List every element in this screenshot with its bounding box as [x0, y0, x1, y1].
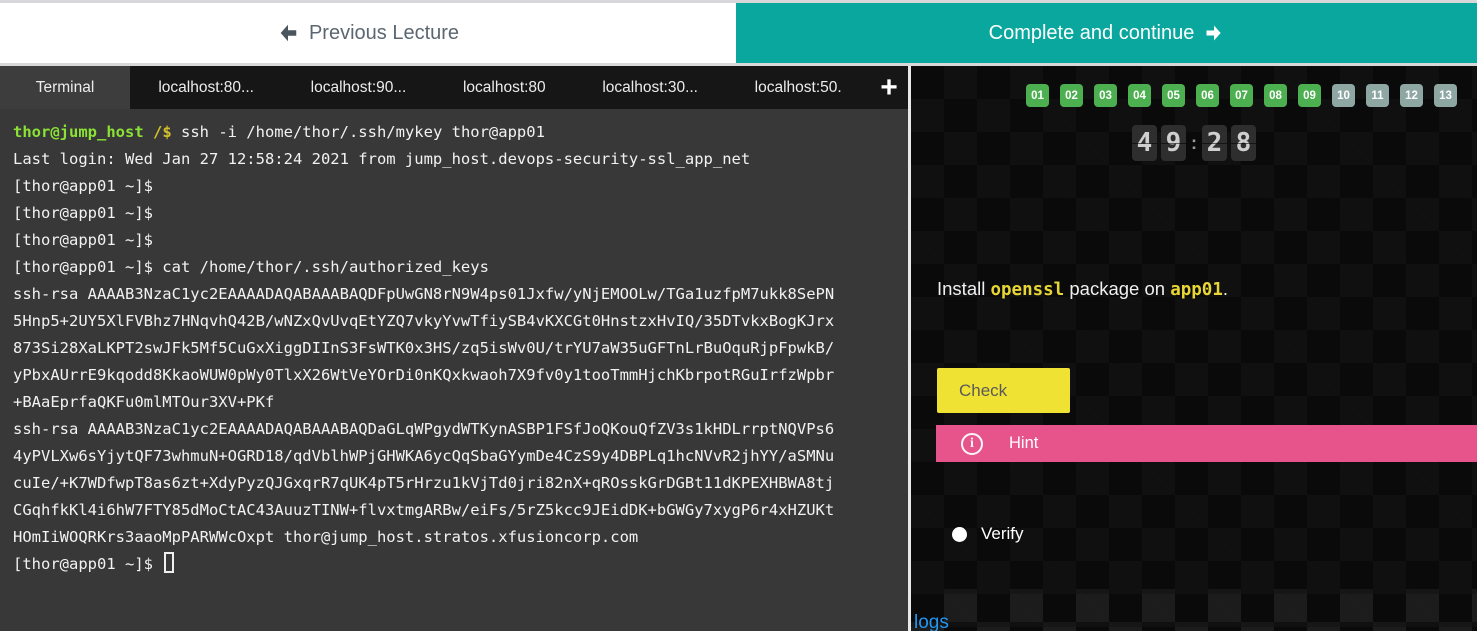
- terminal-line: Last login: Wed Jan 27 12:58:24 2021 fro…: [13, 150, 751, 168]
- terminal-line: CGqhfkKl4i6hW7FTY85dMoCtAC43AuuzTINW+flv…: [13, 501, 835, 519]
- terminal-line: thor@jump_host /$ ssh -i /home/thor/.ssh…: [13, 123, 545, 141]
- timer-digit: 9: [1161, 125, 1186, 161]
- step-badge-12[interactable]: 12: [1400, 84, 1423, 107]
- verify-label: Verify: [981, 524, 1024, 543]
- terminal-line: ssh-rsa AAAAB3NzaC1yc2EAAAADAQABAAABAQDa…: [13, 420, 835, 438]
- terminal-line: yPbxAUrrE9kqodd8KkaoWUW0pWy0TlxX26WtVeYO…: [13, 366, 835, 384]
- complete-and-continue-button[interactable]: Complete and continue: [736, 3, 1477, 63]
- terminal-line: HOmIiWOQRKrs3aaoMpPARWWcOxpt thor@jump_h…: [13, 528, 639, 546]
- complete-and-continue-label: Complete and continue: [988, 21, 1195, 44]
- terminal-line: cuIe/+K7WDfwpT8as6zt+XdyPyzQJGxqrR7qUK4p…: [13, 474, 835, 492]
- tab-localhost-80[interactable]: localhost:80: [435, 66, 574, 109]
- step-badge-03[interactable]: 03: [1094, 84, 1117, 107]
- timer-digit: 4: [1132, 125, 1157, 161]
- timer-digit: 8: [1231, 125, 1256, 161]
- tab-localhost-30-[interactable]: localhost:30...: [574, 66, 726, 109]
- countdown-timer: 4 9 : 2 8: [911, 125, 1477, 161]
- terminal-line: [thor@app01 ~]$: [13, 177, 153, 195]
- terminal-line: [thor@app01 ~]$ cat /home/thor/.ssh/auth…: [13, 258, 489, 276]
- lab-environment: Previous Lecture Complete and continue T…: [0, 0, 1477, 631]
- top-navigation-bar: Previous Lecture Complete and continue: [0, 0, 1477, 66]
- timer-digit: 2: [1202, 125, 1227, 161]
- task-code-package: openssl: [990, 280, 1065, 300]
- task-text: .: [1222, 278, 1229, 299]
- step-badge-04[interactable]: 04: [1128, 84, 1151, 107]
- step-badge-07[interactable]: 07: [1230, 84, 1253, 107]
- terminal-line: ssh-rsa AAAAB3NzaC1yc2EAAAADAQABAAABAQDF…: [13, 285, 835, 303]
- add-tab-button[interactable]: +: [870, 66, 908, 109]
- timer-separator: :: [1191, 132, 1197, 153]
- step-badge-08[interactable]: 08: [1264, 84, 1287, 107]
- previous-lecture-label: Previous Lecture: [308, 21, 460, 44]
- terminal-line: [thor@app01 ~]$: [13, 231, 153, 249]
- step-badge-06[interactable]: 06: [1196, 84, 1219, 107]
- mosaic-pattern: [911, 589, 1477, 631]
- terminal-cursor: [164, 552, 175, 573]
- task-description: Install openssl package on app01.: [937, 278, 1228, 300]
- terminal-line: 5Hnp5+2UY5XlFVBhz7HNqvhQ42B/wNZxQvUvqEtY…: [13, 312, 835, 330]
- step-badge-01[interactable]: 01: [1026, 84, 1049, 107]
- step-badge-05[interactable]: 05: [1162, 84, 1185, 107]
- step-badge-09[interactable]: 09: [1298, 84, 1321, 107]
- terminal-column: Terminal localhost:80... localhost:90... lo…: [0, 66, 908, 631]
- hint-label: Hint: [1009, 434, 1039, 452]
- terminal-line: [thor@app01 ~]$: [13, 551, 895, 578]
- terminal-line: [thor@app01 ~]$: [13, 204, 153, 222]
- task-text: package on: [1064, 278, 1171, 299]
- terminal-tab-bar: Terminal localhost:80... localhost:90... lo…: [0, 66, 908, 109]
- tab-localhost-80-[interactable]: localhost:80...: [130, 66, 282, 109]
- step-badge-02[interactable]: 02: [1060, 84, 1083, 107]
- check-button[interactable]: Check: [937, 368, 1070, 413]
- arrow-left-icon: [277, 22, 299, 44]
- tab-localhost-90-[interactable]: localhost:90...: [282, 66, 434, 109]
- tab-terminal[interactable]: Terminal: [0, 66, 130, 109]
- hint-button[interactable]: i Hint: [936, 425, 1477, 462]
- terminal-output[interactable]: thor@jump_host /$ ssh -i /home/thor/.ssh…: [0, 109, 908, 631]
- tab-localhost-50-[interactable]: localhost:50.: [726, 66, 870, 109]
- task-text: Install: [937, 278, 991, 299]
- terminal-line: +BAaEprfaQKFu0mlMTOur3XV+PKf: [13, 393, 275, 411]
- previous-lecture-button[interactable]: Previous Lecture: [0, 3, 736, 63]
- verify-radio-row[interactable]: Verify: [952, 524, 1024, 544]
- logs-link[interactable]: logs: [914, 612, 949, 631]
- verify-radio-icon: [952, 526, 967, 542]
- step-badge-13[interactable]: 13: [1434, 84, 1457, 107]
- step-badge-11[interactable]: 11: [1366, 84, 1389, 107]
- terminal-line: 4yPVLXw6sYjytQF73whmuN+OGRD18/qdVblhWPjG…: [13, 447, 835, 465]
- terminal-line: 873Si28XaLKPT2swJFk5Mf5CuGxXiggDIInS3FsW…: [13, 339, 835, 357]
- step-badge-row: 01 02 03 04 05 06 07 08 09 10 11 12 13: [1026, 84, 1457, 107]
- task-panel: 01 02 03 04 05 06 07 08 09 10 11 12 13 4 9 : 2 8 Ins…: [908, 66, 1477, 631]
- step-badge-10[interactable]: 10: [1332, 84, 1355, 107]
- task-code-host: app01: [1170, 280, 1223, 300]
- info-icon: i: [961, 432, 983, 455]
- arrow-right-icon: [1204, 23, 1224, 43]
